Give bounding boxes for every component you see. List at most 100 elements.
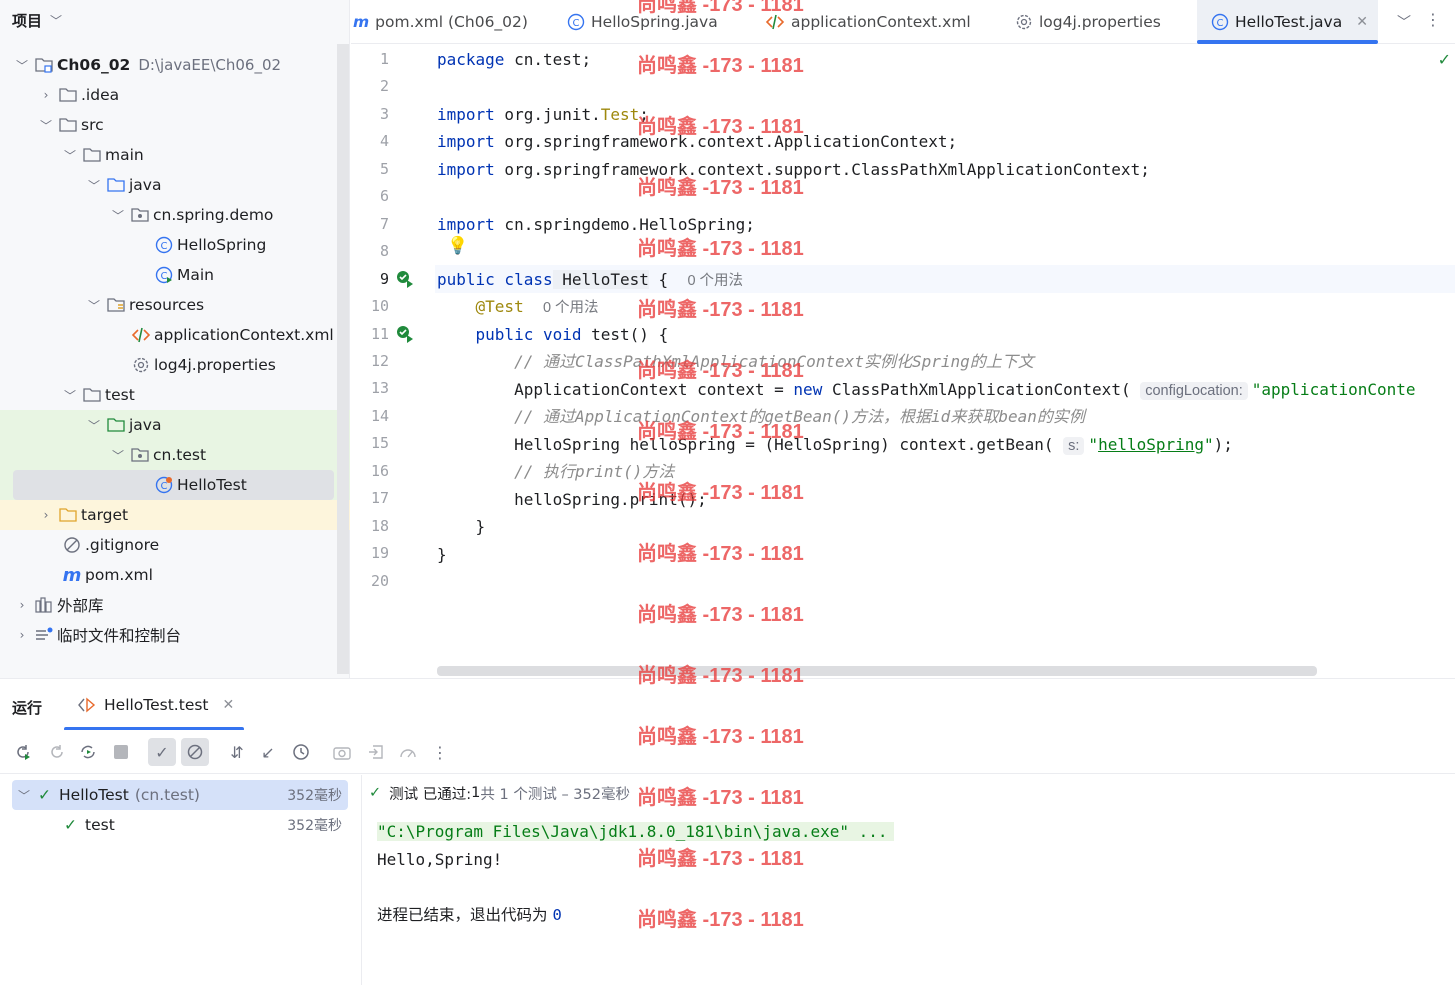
tree-item-external-libs[interactable]: › 外部库 (0, 590, 336, 620)
chevron-down-icon[interactable]: ﹀ (86, 417, 102, 434)
show-passed-icon[interactable]: ✓ (148, 738, 176, 766)
editor-horizontal-scrollbar[interactable] (437, 666, 1317, 676)
param-hint: configLocation: (1140, 382, 1248, 400)
chevron-right-icon[interactable]: › (38, 508, 54, 522)
code-line: public class HelloTest { 0 个用法 (437, 270, 744, 289)
tree-item-target[interactable]: › target (0, 500, 350, 530)
code-line: import org.junit.Test; (437, 105, 649, 124)
svg-text:C: C (573, 18, 580, 29)
more-vertical-icon[interactable]: ⋮ (1425, 10, 1441, 29)
more-vertical-icon[interactable]: ⋮ (426, 738, 454, 766)
code-line: package cn.test; (437, 50, 592, 69)
chevron-right-icon[interactable]: › (38, 88, 54, 102)
chevron-right-icon[interactable]: › (14, 598, 30, 612)
tree-item-label: applicationContext.xml (154, 326, 334, 344)
chevron-down-icon[interactable]: ﹀ (38, 117, 54, 134)
tree-item-hellospring[interactable]: C HelloSpring (0, 230, 336, 260)
history-icon[interactable] (287, 738, 315, 766)
collapse-icon[interactable]: ↙ (254, 738, 282, 766)
tree-item-main-class[interactable]: C Main (0, 260, 336, 290)
run-test-icon[interactable] (395, 324, 415, 348)
tree-item-gitignore[interactable]: .gitignore (0, 530, 336, 560)
project-title[interactable]: 项目 (12, 10, 42, 31)
tree-item-label: .gitignore (85, 536, 160, 554)
tree-item-pom[interactable]: m pom.xml (0, 560, 336, 590)
tab-appcontext[interactable]: applicationContext.xml (765, 0, 971, 44)
tree-item-idea[interactable]: › .idea (0, 80, 336, 110)
tab-label: log4j.properties (1039, 13, 1161, 31)
code-editor[interactable]: package cn.test; import org.junit.Test; … (437, 44, 1455, 678)
ignore-file-icon (62, 535, 82, 555)
scratches-icon (34, 625, 54, 645)
tree-item-package-test[interactable]: ﹀ cn.test (0, 440, 350, 470)
tree-item-appcontext[interactable]: applicationContext.xml (0, 320, 336, 350)
console-line: Hello,Spring! (377, 847, 502, 873)
tree-item-root[interactable]: ﹀ Ch06_02 D:\javaEE\Ch06_02 (0, 50, 336, 80)
show-ignored-icon[interactable] (181, 738, 209, 766)
maven-icon: m (353, 13, 370, 31)
run-test-icon[interactable] (395, 269, 415, 293)
tree-item-test-java[interactable]: ﹀ java (0, 410, 350, 440)
usage-hint[interactable]: 0 个用法 (687, 273, 743, 289)
rerun-failed-icon[interactable] (43, 738, 71, 766)
tree-item-label: target (81, 506, 129, 524)
bean-reference-link[interactable]: helloSpring (1098, 435, 1204, 454)
test-row-class[interactable]: ﹀ ✓ HelloTest (cn.test) 352毫秒 (12, 780, 348, 810)
code-line: @Test 0 个用法 (475, 297, 599, 316)
console-command[interactable]: "C:\Program Files\Java\jdk1.8.0_181\bin\… (377, 822, 894, 841)
close-icon[interactable]: ✕ (1356, 14, 1368, 30)
status-count: 1 (471, 785, 481, 801)
run-tab[interactable]: HelloTest.test ✕ (64, 679, 244, 731)
stop-icon[interactable] (107, 738, 135, 766)
tree-item-scratches[interactable]: › 临时文件和控制台 (0, 620, 336, 650)
chevron-down-icon[interactable]: ﹀ (110, 447, 126, 464)
gauge-icon[interactable] (394, 738, 422, 766)
gear-icon (131, 355, 151, 375)
chevron-right-icon[interactable]: › (14, 628, 30, 642)
chevron-down-icon[interactable]: ﹀ (50, 12, 62, 29)
toggle-auto-test-icon[interactable] (74, 738, 102, 766)
project-scrollbar[interactable] (337, 44, 349, 674)
tree-item-src[interactable]: ﹀ src (0, 110, 336, 140)
tree-item-main[interactable]: ﹀ main (0, 140, 336, 170)
rerun-icon[interactable] (9, 738, 37, 766)
line-number: 4 (379, 132, 389, 151)
sort-icon[interactable]: ⇵ (223, 738, 251, 766)
test-class-icon: C (154, 475, 174, 495)
test-row-method[interactable]: ✓ test 352毫秒 (12, 810, 348, 840)
tree-item-label: java (129, 416, 162, 434)
console-panel[interactable]: ✓ 测试 已通过: 1 共 1 个测试 – 352毫秒 "C:\Program … (363, 775, 1455, 985)
console-output: Hello,Spring! (377, 850, 503, 869)
import-icon[interactable] (362, 738, 390, 766)
tab-log4j[interactable]: log4j.properties (1015, 0, 1161, 44)
camera-icon[interactable] (328, 738, 356, 766)
chevron-down-icon[interactable]: ﹀ (86, 297, 102, 314)
chevron-down-icon[interactable]: ﹀ (14, 57, 30, 74)
close-icon[interactable]: ✕ (223, 697, 235, 713)
tree-item-hellotest[interactable]: C HelloTest (13, 470, 334, 500)
tree-item-label: cn.test (153, 446, 207, 464)
tree-item-label: test (105, 386, 135, 404)
tree-item-test[interactable]: ﹀ test (0, 380, 336, 410)
tab-hellotest[interactable]: C HelloTest.java ✕ (1197, 0, 1378, 44)
chevron-down-icon[interactable]: ﹀ (1397, 12, 1411, 32)
tree-item-log4j[interactable]: log4j.properties (0, 350, 336, 380)
tab-pom[interactable]: m pom.xml (Ch06_02) (351, 0, 528, 44)
project-header[interactable]: 项目 ﹀ (0, 0, 350, 40)
usage-hint[interactable]: 0 个用法 (543, 300, 599, 316)
no-problems-check-icon[interactable]: ✓ (1438, 50, 1451, 69)
chevron-down-icon[interactable]: ﹀ (62, 147, 78, 164)
tab-hellospring[interactable]: C HelloSpring.java (567, 0, 718, 44)
chevron-down-icon[interactable]: ﹀ (86, 177, 102, 194)
tree-item-label: HelloTest (177, 476, 247, 494)
line-number: 17 (370, 489, 389, 508)
tree-item-resources[interactable]: ﹀ resources (0, 290, 336, 320)
chevron-down-icon[interactable]: ﹀ (62, 387, 78, 404)
tree-item-label: 临时文件和控制台 (57, 627, 182, 645)
tree-item-package-demo[interactable]: ﹀ cn.spring.demo (0, 200, 336, 230)
chevron-down-icon[interactable]: ﹀ (18, 787, 30, 804)
class-icon: C (567, 13, 585, 31)
chevron-down-icon[interactable]: ﹀ (110, 207, 126, 224)
line-number: 10 (370, 297, 389, 316)
tree-item-main-java[interactable]: ﹀ java (0, 170, 336, 200)
